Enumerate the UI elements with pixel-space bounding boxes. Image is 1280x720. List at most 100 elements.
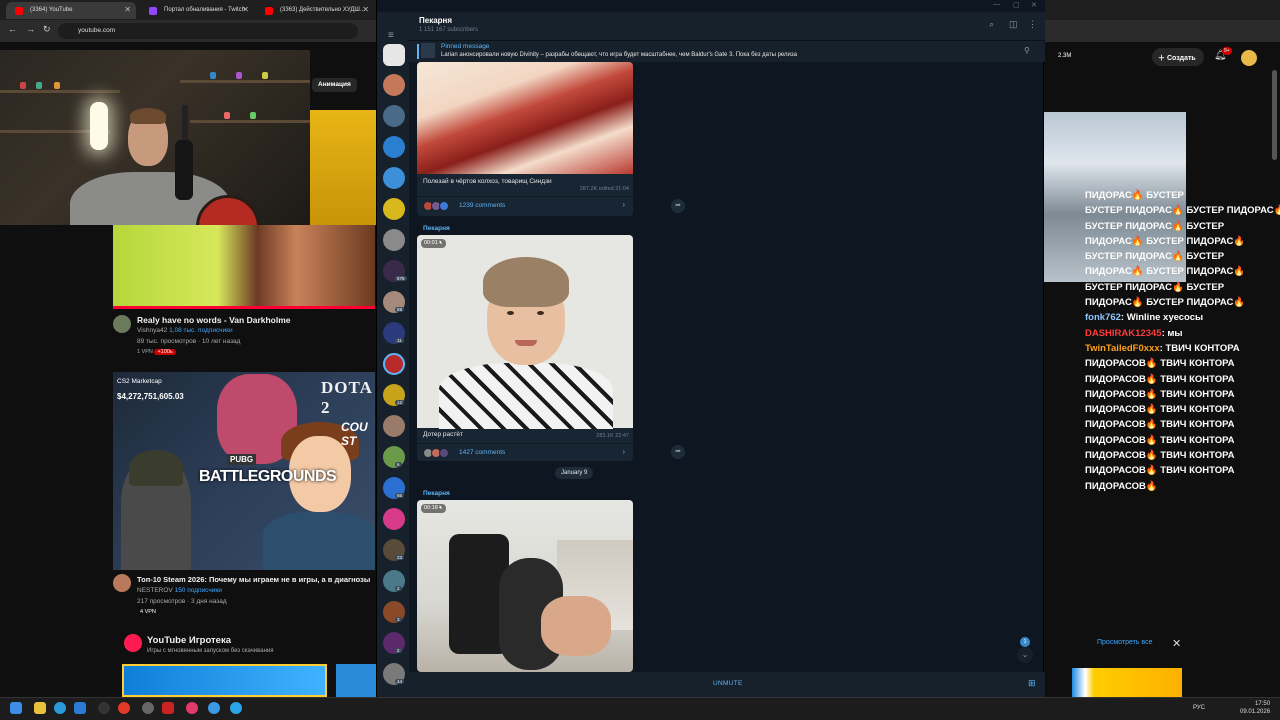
chat-avatar[interactable] xyxy=(383,508,405,530)
sidebar-icon[interactable]: ◫ xyxy=(1009,19,1018,30)
scroll-down-button[interactable]: ⌄ xyxy=(1017,647,1033,663)
game-thumbnail[interactable] xyxy=(122,664,327,697)
chat-text: мы xyxy=(1167,327,1183,339)
avatar[interactable] xyxy=(1241,50,1257,66)
post-video[interactable]: 00:01 🔇︎ xyxy=(417,235,633,429)
pin-icon[interactable]: ⚲ xyxy=(1024,46,1030,55)
close-icon[interactable]: ✕ xyxy=(1031,1,1037,9)
chat-avatar[interactable] xyxy=(383,570,405,592)
pinned-message-bar[interactable] xyxy=(409,40,1045,62)
channel-name[interactable]: Vishnya42 xyxy=(137,327,167,334)
chat-avatar[interactable] xyxy=(383,167,405,189)
menu-icon[interactable]: ≡ xyxy=(388,30,394,41)
channel-name[interactable]: NESTEROV xyxy=(137,587,173,594)
url-input[interactable]: youtube.com xyxy=(58,23,358,39)
streamer-webcam xyxy=(0,50,310,225)
video-title[interactable]: Realy have no words - Van Darkholme xyxy=(137,315,291,325)
forward-icon[interactable]: → xyxy=(26,24,35,34)
chat-username[interactable]: DASHIRAK12345 xyxy=(1085,328,1162,339)
unmute-button[interactable]: UNMUTE xyxy=(713,680,743,687)
close-icon[interactable]: ✕ xyxy=(242,5,249,14)
post-caption: Дотер растёт xyxy=(423,431,463,438)
tab-label: Портал обналивания - Twitch xyxy=(164,7,246,13)
search-icon[interactable]: ⌕ xyxy=(989,19,994,30)
post-video[interactable]: 00:18 🔇︎ xyxy=(417,500,633,672)
channel-avatar[interactable] xyxy=(113,574,131,592)
chat-avatar[interactable] xyxy=(383,105,405,127)
chat-avatar[interactable] xyxy=(383,229,405,251)
channel-title[interactable]: Пекарня xyxy=(419,16,452,25)
chat-header[interactable] xyxy=(409,12,1045,40)
unread-badge: 69 xyxy=(395,307,405,312)
url-text: youtube.com xyxy=(78,27,116,34)
chat-avatar-active[interactable] xyxy=(383,353,405,375)
chat-avatar[interactable] xyxy=(383,415,405,437)
post-author[interactable]: Пекарня xyxy=(423,490,450,497)
video-title[interactable]: Топ-10 Steam 2026: Почему мы играем не в… xyxy=(137,575,375,584)
tab-twitch[interactable]: Портал обналивания - Twitch ✕ xyxy=(140,2,254,19)
chat-text: ПИДОРАС🔥 БУСТЕР xyxy=(1085,190,1184,201)
chat-line: fonk762: Winline хуесосы xyxy=(1085,312,1204,324)
view-all-link[interactable]: Просмотреть все xyxy=(1097,639,1152,646)
section-subtitle: Игры с мгновенным запуском без скачивани… xyxy=(147,648,274,654)
video-thumbnail[interactable] xyxy=(113,225,375,307)
comments-button[interactable]: 1239 comments › xyxy=(417,196,633,214)
chat-avatar[interactable] xyxy=(383,198,405,220)
saved-messages-icon[interactable] xyxy=(383,44,405,66)
app-icon[interactable] xyxy=(186,702,198,714)
app-icon[interactable] xyxy=(98,702,110,714)
chat-avatar[interactable] xyxy=(383,446,405,468)
close-icon[interactable]: ✕ xyxy=(362,5,369,14)
channel-avatar[interactable] xyxy=(113,315,131,333)
chat-avatar[interactable] xyxy=(383,74,405,96)
tab-youtube[interactable]: (3364) YouTube ✕ xyxy=(6,2,136,19)
edge-icon[interactable] xyxy=(54,702,66,714)
comments-button[interactable]: 1427 comments › xyxy=(417,443,633,461)
views-count: 2.3M xyxy=(1058,53,1072,59)
create-button[interactable]: ＋ Создать xyxy=(1152,48,1204,66)
channel-post: Полезай в чёртов колхоз, товарищ Синдзи … xyxy=(417,62,633,216)
post-author[interactable]: Пекарня xyxy=(423,225,450,232)
tab-youtube-2[interactable]: (3363) Действительно ХУДШ... ✕ xyxy=(256,2,374,19)
scrollbar[interactable] xyxy=(1272,70,1277,160)
app-icon[interactable] xyxy=(162,702,174,714)
promo-thumbnail[interactable] xyxy=(1072,668,1182,697)
app-icon[interactable] xyxy=(208,702,220,714)
chat-username[interactable]: TwinTailedF0xxx xyxy=(1085,343,1160,354)
gift-icon[interactable]: ⊞ xyxy=(1028,678,1036,689)
app-icon[interactable] xyxy=(74,702,86,714)
file-explorer-icon[interactable] xyxy=(34,702,46,714)
minimize-icon[interactable]: — xyxy=(993,1,1000,8)
close-icon[interactable]: ✕ xyxy=(124,5,131,14)
chat-avatar[interactable] xyxy=(383,136,405,158)
chat-line: ПИДОРАСОВ🔥 ТВИЧ КОНТОРА xyxy=(1085,417,1265,432)
chrome-icon[interactable] xyxy=(118,702,130,714)
maximize-icon[interactable]: ▢ xyxy=(1013,1,1020,9)
unread-badge: 576 xyxy=(395,276,407,281)
language-indicator[interactable]: РУС xyxy=(1193,705,1205,711)
reload-icon[interactable]: ↻ xyxy=(43,24,51,35)
share-icon[interactable]: ➦ xyxy=(671,199,685,213)
duration-text: 00:18 xyxy=(424,505,438,511)
back-icon[interactable]: ← xyxy=(8,24,17,34)
windows-start-icon[interactable] xyxy=(10,702,22,714)
clock[interactable]: 17:50 09.01.2026 xyxy=(1240,700,1270,716)
video-thumbnail[interactable]: CS2 Marketcap $4,272,751,605.03 DOTA 2 C… xyxy=(113,372,375,570)
telegram-icon[interactable] xyxy=(230,702,242,714)
app-icon[interactable] xyxy=(142,702,154,714)
close-icon[interactable]: ✕ xyxy=(1172,637,1181,650)
share-icon[interactable]: ➦ xyxy=(671,445,685,459)
chat-line: ПИДОРАСОВ🔥 ТВИЧ КОНТОРА xyxy=(1085,448,1265,463)
chat-text: БУСТЕР ПИДОРАС🔥 БУСТЕР xyxy=(1085,220,1225,232)
chip-animation[interactable]: Анимация xyxy=(312,78,357,92)
more-icon[interactable]: ⋮ xyxy=(1028,19,1037,30)
post-image[interactable] xyxy=(417,62,633,174)
video-thumbnail[interactable] xyxy=(310,110,376,225)
game-thumbnail[interactable] xyxy=(336,664,376,697)
chat-username[interactable]: fonk762 xyxy=(1085,312,1121,323)
chat-avatar[interactable] xyxy=(383,632,405,654)
chat-avatar[interactable] xyxy=(383,601,405,623)
chat-line: ПИДОРАСОВ🔥 ТВИЧ КОНТОРА xyxy=(1085,463,1265,478)
chat-text: ПИДОРАСОВ🔥 ТВИЧ КОНТОРА xyxy=(1085,388,1235,400)
chat-text: БУСТЕР ПИДОРАС🔥 БУСТЕР xyxy=(1085,251,1225,263)
